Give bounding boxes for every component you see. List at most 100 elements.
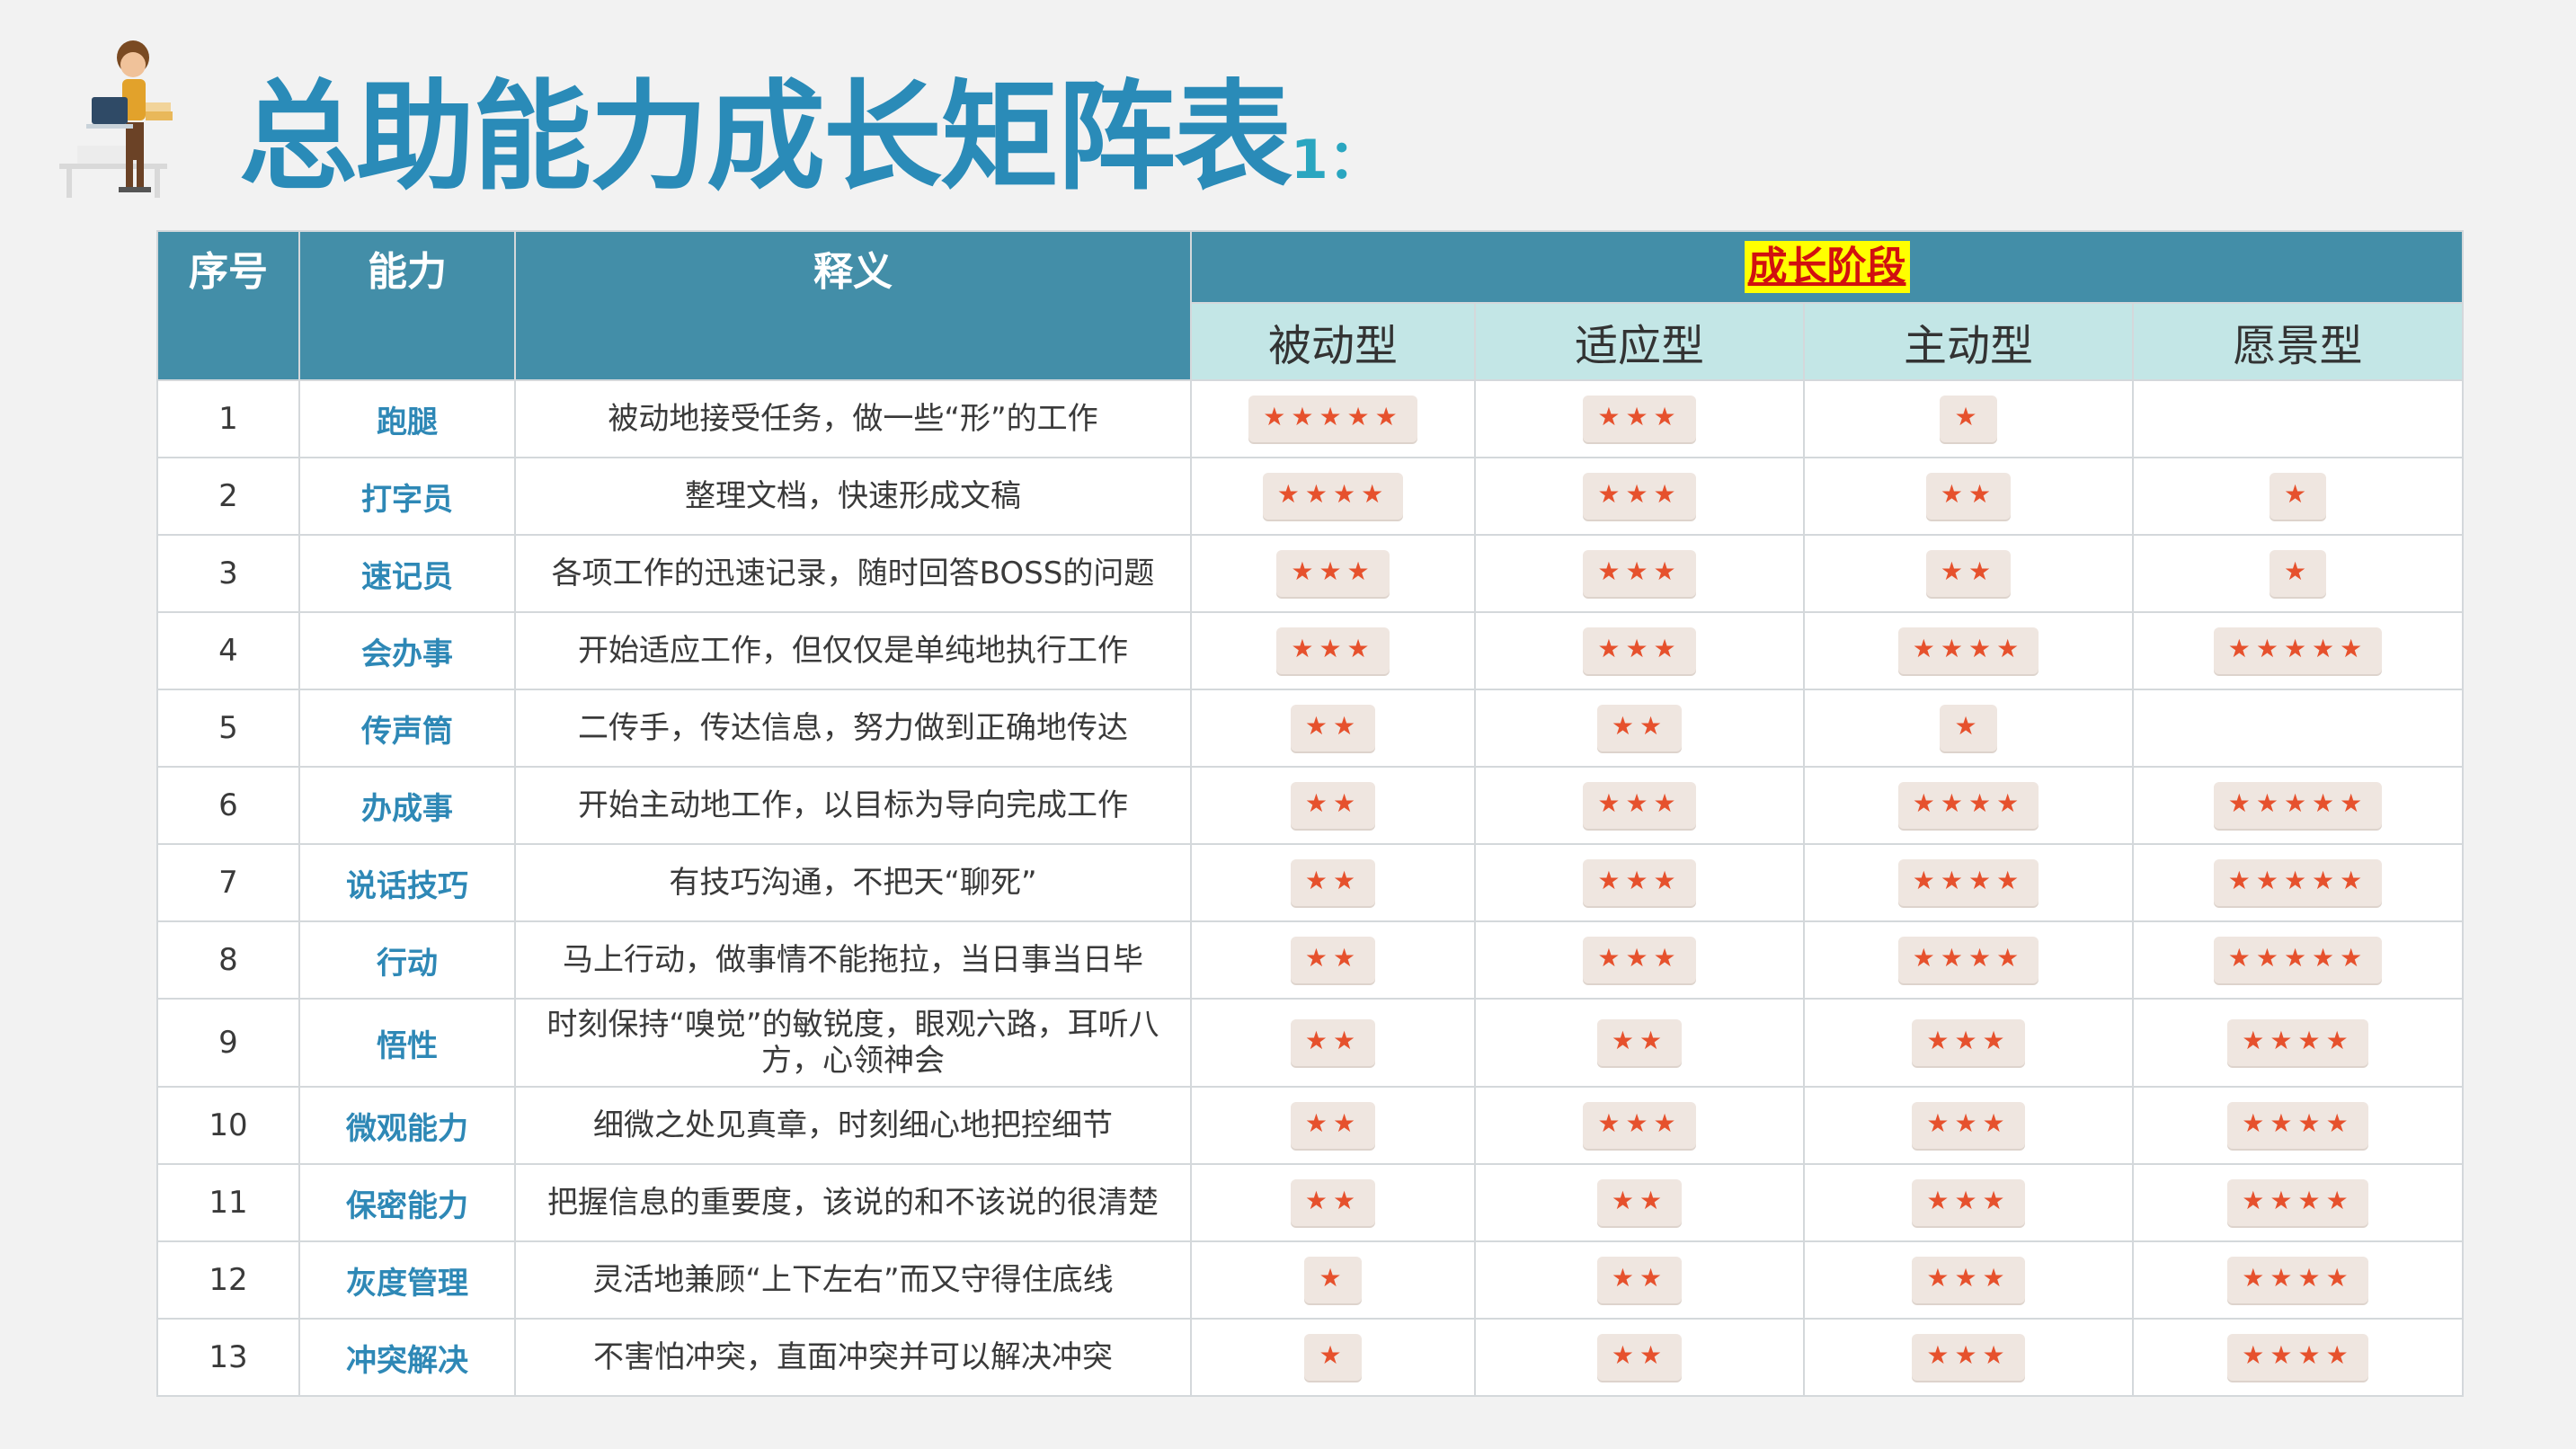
page-title-main: 总助能力成长矩阵表: [239, 68, 1292, 207]
ability-name: 打字员: [298, 457, 516, 536]
star-rating-badge: ★★: [1290, 705, 1376, 751]
star-rating-badge: ★★: [1925, 550, 2012, 597]
star-rating-badge: ★★★: [1912, 1257, 2025, 1303]
row-number: 3: [156, 534, 300, 613]
rating-cell-passive: ★: [1190, 1318, 1476, 1397]
rating-cell-proactive: ★★★: [1803, 998, 2134, 1088]
star-rating-badge: ★★★★: [2227, 1334, 2368, 1381]
ability-description: 不害怕冲突，直面冲突并可以解决冲突: [514, 1318, 1192, 1397]
star-rating-badge: ★★★★: [1262, 473, 1404, 520]
ability-name: 传声筒: [298, 689, 516, 768]
star-rating-badge: ★★★: [1583, 937, 1696, 983]
growth-stage-label: 成长阶段: [1744, 241, 1910, 293]
rating-cell-visionary: ★★★★: [2132, 1318, 2464, 1397]
star-rating-badge: ★★★: [1583, 859, 1696, 906]
star-rating-badge: ★★★: [1912, 1102, 2025, 1149]
rating-cell-visionary: [2132, 689, 2464, 768]
star-rating-badge: ★★★: [1583, 550, 1696, 597]
ability-description: 被动地接受任务，做一些“形”的工作: [514, 379, 1192, 458]
star-rating-badge: ★★★★★: [2213, 937, 2383, 983]
rating-cell-proactive: ★★★: [1803, 1086, 2134, 1165]
star-rating-badge: ★: [1940, 705, 1997, 751]
star-rating-badge: ★★: [1596, 1019, 1683, 1066]
row-number: 8: [156, 920, 300, 1000]
rating-cell-adaptive: ★★★: [1474, 379, 1805, 458]
ability-name: 跑腿: [298, 379, 516, 458]
ability-name: 说话技巧: [298, 843, 516, 922]
header-index: 序号: [156, 230, 300, 381]
row-number: 10: [156, 1086, 300, 1165]
row-number: 6: [156, 766, 300, 845]
rating-cell-proactive: ★★: [1803, 457, 2134, 536]
rating-cell-proactive: ★★★★: [1803, 920, 2134, 1000]
star-rating-badge: ★★★: [1912, 1334, 2025, 1381]
star-rating-badge: ★★: [1290, 859, 1376, 906]
star-rating-badge: ★★★: [1583, 1102, 1696, 1149]
ability-name: 速记员: [298, 534, 516, 613]
assistant-at-desk-illustration: [59, 40, 173, 198]
row-number: 9: [156, 998, 300, 1088]
rating-cell-adaptive: ★★: [1474, 689, 1805, 768]
stage-adaptive: 适应型: [1474, 302, 1805, 381]
ability-description: 马上行动，做事情不能拖拉，当日事当日毕: [514, 920, 1192, 1000]
ability-description: 二传手，传达信息，努力做到正确地传达: [514, 689, 1192, 768]
star-rating-badge: ★: [2269, 473, 2327, 520]
ability-description: 开始适应工作，但仅仅是单纯地执行工作: [514, 611, 1192, 690]
rating-cell-visionary: ★: [2132, 534, 2464, 613]
rating-cell-visionary: ★★★★★: [2132, 843, 2464, 922]
star-rating-badge: ★★★★★: [2213, 859, 2383, 906]
row-number: 12: [156, 1240, 300, 1320]
table-row: 3 速记员 各项工作的迅速记录，随时回答BOSS的问题 ★★★ ★★★ ★★ ★: [156, 534, 2464, 613]
table-row: 13 冲突解决 不害怕冲突，直面冲突并可以解决冲突 ★ ★★ ★★★ ★★★★: [156, 1318, 2464, 1397]
star-rating-badge: ★★: [1596, 1334, 1683, 1381]
rating-cell-adaptive: ★★: [1474, 1163, 1805, 1242]
star-rating-badge: ★: [1304, 1257, 1362, 1303]
star-rating-badge: ★★★★: [1897, 627, 2039, 674]
table-row: 5 传声筒 二传手，传达信息，努力做到正确地传达 ★★ ★★ ★: [156, 689, 2464, 768]
star-rating-badge: ★★: [1290, 1179, 1376, 1226]
ability-name: 办成事: [298, 766, 516, 845]
rating-cell-adaptive: ★★: [1474, 998, 1805, 1088]
rating-cell-proactive: ★★: [1803, 534, 2134, 613]
rating-cell-adaptive: ★★: [1474, 1240, 1805, 1320]
rating-cell-passive: ★★: [1190, 920, 1476, 1000]
header-growth-stage: 成长阶段: [1190, 230, 2464, 304]
ability-name: 微观能力: [298, 1086, 516, 1165]
star-rating-badge: ★★★★: [2227, 1019, 2368, 1066]
rating-cell-adaptive: ★★★: [1474, 534, 1805, 613]
ability-name: 会办事: [298, 611, 516, 690]
rating-cell-visionary: ★: [2132, 457, 2464, 536]
rating-cell-adaptive: ★★: [1474, 1318, 1805, 1397]
ability-name: 保密能力: [298, 1163, 516, 1242]
star-rating-badge: ★★: [1596, 1257, 1683, 1303]
rating-cell-passive: ★★: [1190, 689, 1476, 768]
star-rating-badge: ★★: [1290, 937, 1376, 983]
row-number: 7: [156, 843, 300, 922]
table-row: 7 说话技巧 有技巧沟通，不把天“聊死” ★★ ★★★ ★★★★ ★★★★★: [156, 843, 2464, 922]
row-number: 13: [156, 1318, 300, 1397]
page-title: 总助能力成长矩阵表1：: [239, 70, 1382, 227]
rating-cell-proactive: ★: [1803, 689, 2134, 768]
table-row: 1 跑腿 被动地接受任务，做一些“形”的工作 ★★★★★ ★★★ ★: [156, 379, 2464, 458]
star-rating-badge: ★★★★: [1897, 859, 2039, 906]
rating-cell-adaptive: ★★★: [1474, 1086, 1805, 1165]
table-row: 8 行动 马上行动，做事情不能拖拉，当日事当日毕 ★★ ★★★ ★★★★ ★★★★★: [156, 920, 2464, 1000]
star-rating-badge: ★★★: [1583, 396, 1696, 442]
rating-cell-visionary: ★★★★: [2132, 998, 2464, 1088]
star-rating-badge: ★★: [1596, 1179, 1683, 1226]
ability-description: 灵活地兼顾“上下左右”而又守得住底线: [514, 1240, 1192, 1320]
growth-matrix-table: 序号 能力 释义 成长阶段 被动型 适应型 主动型 愿景型 1 跑腿 被动地接受任务…: [156, 230, 2464, 1397]
rating-cell-passive: ★: [1190, 1240, 1476, 1320]
page-title-suffix: 1：: [1291, 129, 1382, 191]
star-rating-badge: ★★★: [1583, 627, 1696, 674]
rating-cell-passive: ★★★: [1190, 611, 1476, 690]
rating-cell-passive: ★★★: [1190, 534, 1476, 613]
ability-description: 有技巧沟通，不把天“聊死”: [514, 843, 1192, 922]
rating-cell-proactive: ★★★: [1803, 1163, 2134, 1242]
star-rating-badge: ★: [2269, 550, 2327, 597]
ability-name: 悟性: [298, 998, 516, 1088]
star-rating-badge: ★★★★: [2227, 1257, 2368, 1303]
star-rating-badge: ★★: [1925, 473, 2012, 520]
rating-cell-adaptive: ★★★: [1474, 457, 1805, 536]
star-rating-badge: ★★★★: [2227, 1102, 2368, 1149]
